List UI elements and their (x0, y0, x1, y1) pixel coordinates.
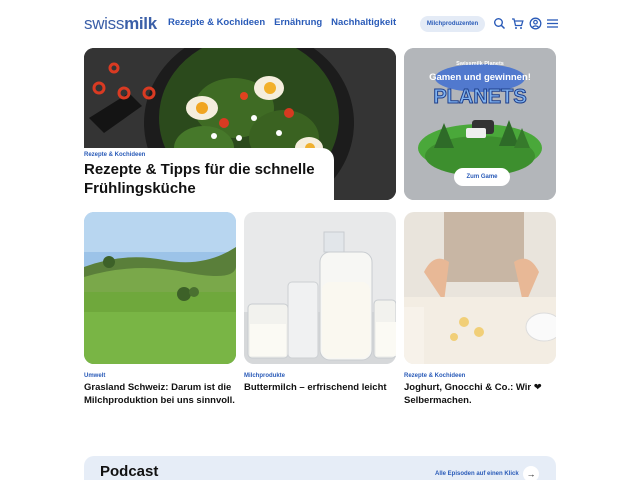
cart-icon[interactable] (511, 17, 524, 30)
main-nav: Rezepte & Kochideen Ernährung Nachhaltig… (168, 17, 396, 28)
nav-nachhaltigkeit[interactable]: Nachhaltigkeit (331, 17, 396, 28)
card-title-grasland[interactable]: Grasland Schweiz: Darum ist die Milchpro… (84, 381, 236, 407)
card-tag-umwelt[interactable]: Umwelt (84, 373, 105, 379)
site-header: swissmilk Rezepte & Kochideen Ernährung … (0, 0, 640, 48)
hero-title[interactable]: Rezepte & Tipps für die schnelle Frühlin… (84, 160, 324, 198)
promo-subtitle: Swissmilk Planets (456, 61, 504, 67)
hero-tag[interactable]: Rezepte & Kochideen (84, 152, 145, 158)
card-tag-rezepte[interactable]: Rezepte & Kochideen (404, 373, 465, 379)
joghurt-image[interactable] (404, 212, 556, 364)
planets-logo-text: PLANETS (433, 86, 526, 108)
podcast-title: Podcast (100, 463, 159, 480)
logo-part-swiss: swiss (84, 14, 125, 33)
grasland-image[interactable] (84, 212, 236, 364)
nav-ernaehrung[interactable]: Ernährung (274, 17, 322, 28)
podcast-all-episodes-link[interactable]: Alle Episoden auf einen Klick (435, 471, 519, 477)
buttermilch-image[interactable] (244, 212, 396, 364)
buttermilch-photo (244, 212, 396, 364)
menu-icon[interactable] (546, 17, 559, 30)
milchproduzenten-button[interactable]: Milchproduzenten (420, 16, 485, 32)
card-title-joghurt[interactable]: Joghurt, Gnocchi & Co.: Wir ❤ Selbermach… (404, 381, 556, 407)
search-icon[interactable] (493, 17, 506, 30)
user-icon[interactable] (529, 17, 542, 30)
joghurt-photo (404, 212, 556, 364)
zum-game-button[interactable]: Zum Game (454, 168, 510, 186)
promo-headline: Gamen und gewinnen! (429, 72, 531, 83)
card-tag-milchprodukte[interactable]: Milchprodukte (244, 373, 285, 379)
card-title-buttermilch[interactable]: Buttermilch – erfrischend leicht (244, 381, 396, 394)
grasland-photo (84, 212, 236, 364)
arrow-right-icon[interactable]: → (523, 466, 539, 480)
swissmilk-logo[interactable]: swissmilk (84, 14, 157, 34)
logo-part-milk: milk (124, 14, 157, 33)
nav-rezepte[interactable]: Rezepte & Kochideen (168, 17, 265, 28)
